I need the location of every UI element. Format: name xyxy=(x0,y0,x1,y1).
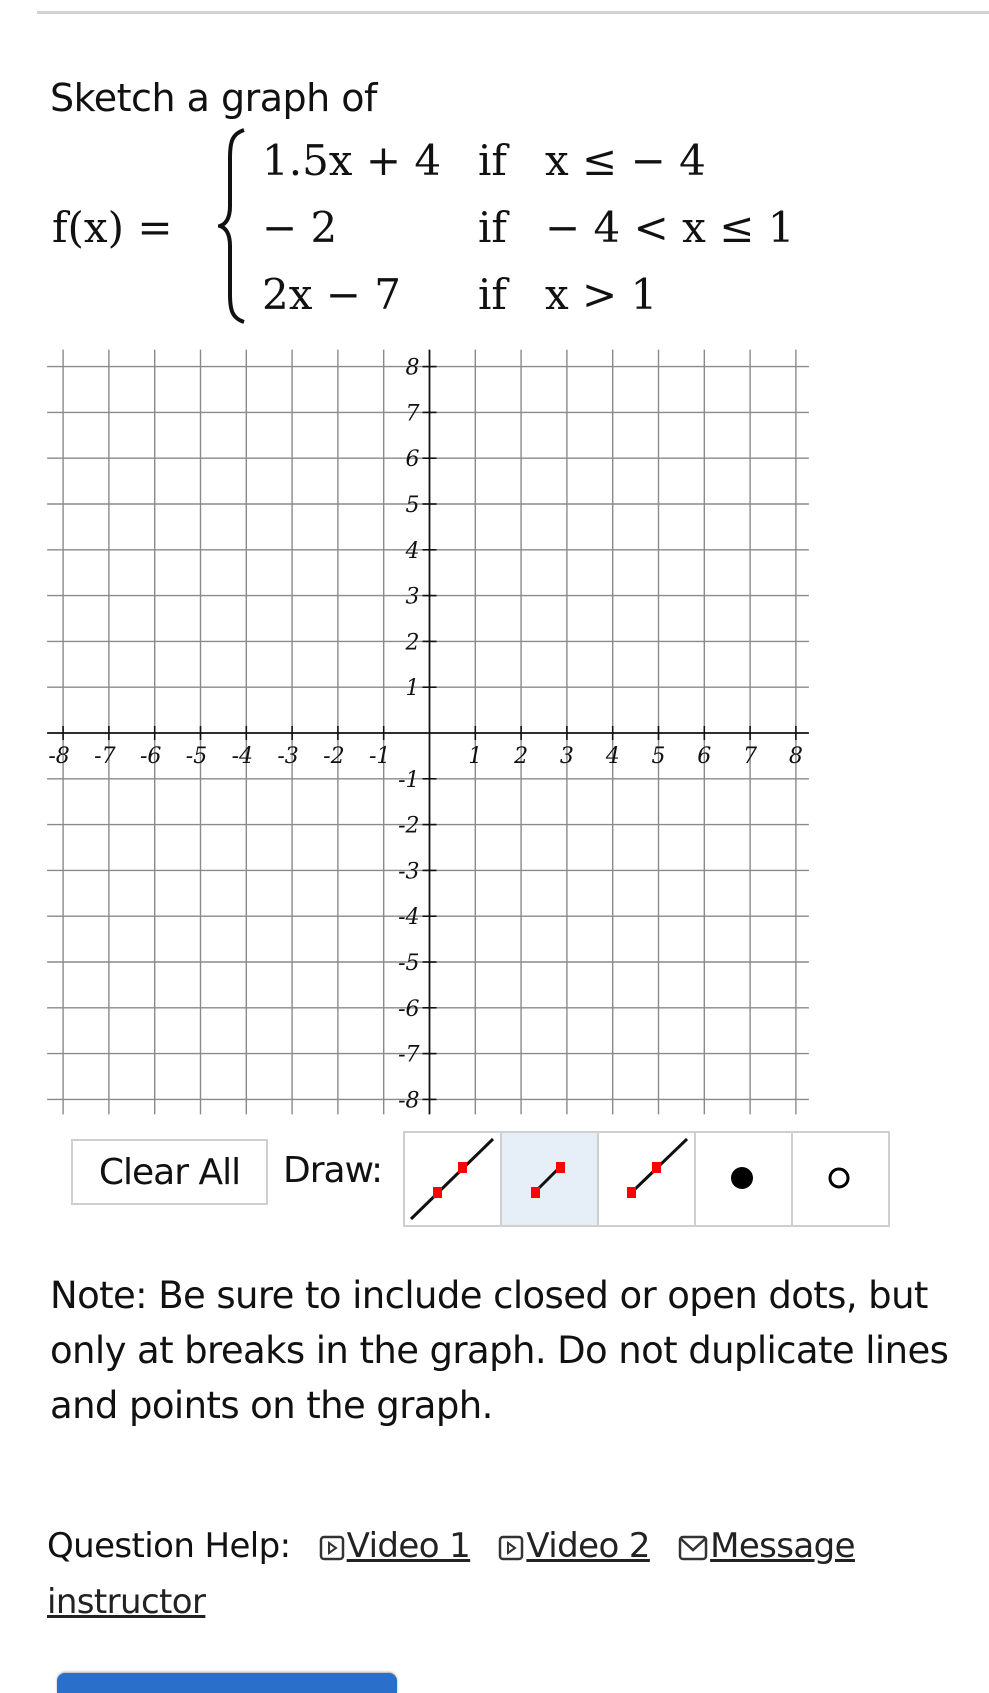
y-tick-label: -1 xyxy=(398,768,419,793)
x-tick-label: -4 xyxy=(232,744,253,769)
mail-icon xyxy=(678,1524,708,1576)
segment-tool-icon xyxy=(531,1162,565,1198)
draw-tools xyxy=(403,1131,890,1227)
axes xyxy=(47,349,809,1115)
y-tick-label: -4 xyxy=(398,905,419,930)
y-tick-label: -8 xyxy=(398,1088,419,1113)
closed-dot-tool-button[interactable] xyxy=(696,1133,793,1225)
x-tick-label: 1 xyxy=(468,744,482,769)
video-1-link[interactable]: Video 1 xyxy=(347,1526,471,1566)
y-tick-label: 1 xyxy=(406,676,420,701)
x-tick-label: 7 xyxy=(743,744,757,769)
x-tick-label: 5 xyxy=(652,744,666,769)
y-tick-label: 6 xyxy=(406,447,420,472)
grid-lines xyxy=(47,349,809,1115)
y-tick-label: -6 xyxy=(398,997,419,1022)
segment-tool-button[interactable] xyxy=(502,1133,599,1225)
submit-button[interactable] xyxy=(57,1673,397,1693)
video-icon xyxy=(319,1524,345,1576)
y-tick-label: -7 xyxy=(398,1043,419,1068)
y-axis-ticks: 8 7 6 5 4 3 2 1 -1 -2 -3 -4 -5 -6 -7 -8 xyxy=(398,356,437,1113)
x-tick-label: -3 xyxy=(277,744,298,769)
y-tick-label: 4 xyxy=(405,539,420,564)
x-tick-label: 6 xyxy=(697,744,711,769)
video-icon xyxy=(498,1524,524,1576)
draw-label: Draw: xyxy=(283,1150,383,1191)
graph-canvas[interactable]: -8 -7 -6 -5 -4 -3 -2 -1 1 2 3 4 5 6 7 8 87654321-1-2-3-… xyxy=(0,0,989,1130)
ray-tool-button[interactable] xyxy=(599,1133,696,1225)
y-tick-label: -2 xyxy=(398,814,419,839)
note-text: Note: Be sure to include closed or open … xyxy=(50,1274,949,1427)
open-dot-tool-button[interactable] xyxy=(793,1133,888,1225)
x-tick-label: -2 xyxy=(323,744,344,769)
video-2-link[interactable]: Video 2 xyxy=(526,1526,650,1566)
open-dot-icon xyxy=(828,1167,850,1189)
x-tick-label: 3 xyxy=(560,744,574,769)
x-tick-label: 4 xyxy=(605,744,620,769)
y-tick-label: -5 xyxy=(398,951,419,976)
closed-dot-icon xyxy=(731,1167,753,1189)
x-tick-label: -6 xyxy=(140,744,161,769)
question-help: Question Help: Video 1 Video 2 Message i… xyxy=(47,1520,977,1628)
y-tick-label: 2 xyxy=(405,630,420,655)
x-tick-label: 2 xyxy=(513,744,528,769)
y-tick-label: -3 xyxy=(398,859,419,884)
y-tick-label: 5 xyxy=(406,493,420,518)
line-tool-button[interactable] xyxy=(405,1133,502,1225)
clear-all-button[interactable]: Clear All xyxy=(71,1139,268,1205)
line-tool-icon xyxy=(409,1137,495,1221)
y-tick-label: 3 xyxy=(406,585,420,610)
ray-tool-icon xyxy=(627,1137,689,1198)
x-tick-label: -1 xyxy=(369,744,390,769)
x-tick-label: 8 xyxy=(789,744,803,769)
x-tick-label: -5 xyxy=(186,744,207,769)
question-help-label: Question Help: xyxy=(47,1526,291,1566)
x-tick-label: -8 xyxy=(48,744,69,769)
y-tick-label: 8 xyxy=(406,356,420,381)
x-tick-label: -7 xyxy=(94,744,115,769)
y-tick-label: 7 xyxy=(406,401,420,426)
